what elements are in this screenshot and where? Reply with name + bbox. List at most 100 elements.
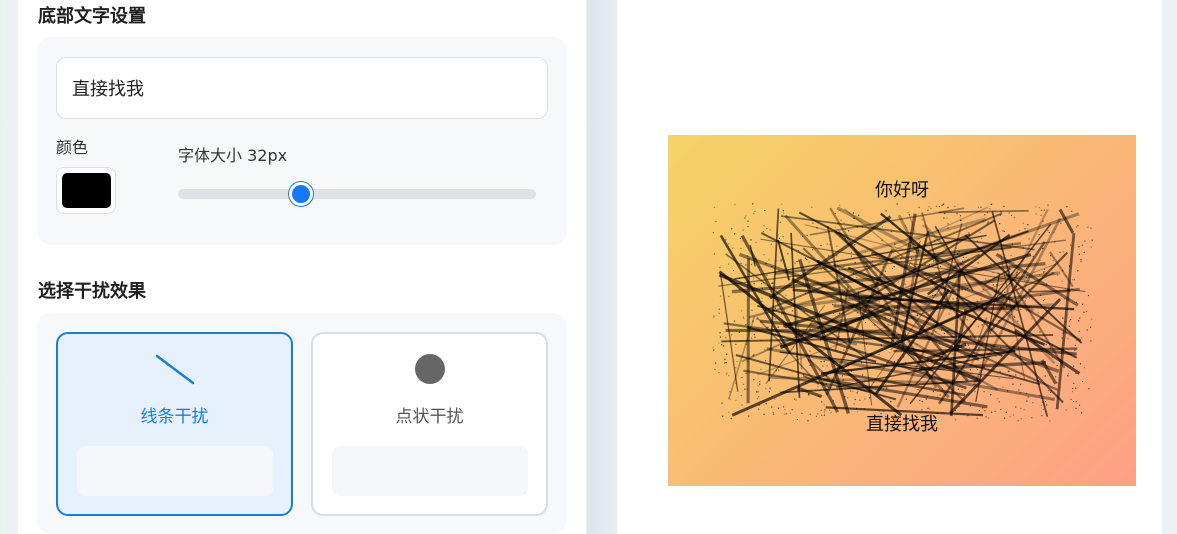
noise-dot <box>1039 395 1041 397</box>
noise-dot <box>1069 265 1071 267</box>
noise-dot <box>904 225 906 227</box>
noise-dot <box>735 343 737 345</box>
noise-dot <box>925 398 927 400</box>
noise-dot <box>965 251 968 254</box>
noise-dot <box>941 329 943 331</box>
line-interference-option[interactable]: 线条干扰 <box>56 332 293 516</box>
noise-dot <box>841 375 843 377</box>
noise-dot <box>994 290 996 292</box>
noise-dot <box>939 343 941 345</box>
color-picker[interactable] <box>56 167 116 214</box>
noise-dot <box>943 305 945 308</box>
noise-dot <box>994 210 996 212</box>
noise-dot <box>721 344 723 346</box>
noise-dot <box>1019 392 1021 394</box>
noise-dot <box>1026 400 1028 402</box>
noise-dot <box>1004 291 1006 293</box>
noise-dot <box>899 286 901 288</box>
noise-dot <box>1062 270 1064 272</box>
line-interference-preview <box>77 446 273 496</box>
noise-dot <box>1087 294 1090 297</box>
noise-dot <box>852 391 854 393</box>
noise-dot <box>1075 387 1077 389</box>
noise-dot <box>1079 363 1082 365</box>
noise-dot <box>850 370 853 372</box>
bottom-text-input[interactable] <box>56 57 548 119</box>
noise-dot <box>850 255 852 257</box>
noise-dot <box>856 277 858 279</box>
noise-dot <box>725 239 727 241</box>
noise-dot <box>844 322 846 324</box>
noise-dot <box>740 262 742 264</box>
noise-dot <box>1077 320 1080 322</box>
noise-dot <box>824 269 826 271</box>
noise-dot <box>951 259 953 261</box>
noise-dot <box>752 355 754 357</box>
noise-dot <box>1062 317 1064 319</box>
noise-dot <box>983 391 985 393</box>
noise-dot <box>848 369 850 371</box>
noise-dot <box>1065 332 1067 334</box>
dot-interference-option[interactable]: 点状干扰 <box>311 332 548 516</box>
noise-dot <box>729 398 731 400</box>
noise-dot <box>908 264 910 266</box>
noise-dot <box>808 393 810 395</box>
noise-dot <box>916 336 918 338</box>
noise-dot <box>794 262 796 264</box>
noise-dot <box>999 371 1001 373</box>
noise-dot <box>1016 309 1018 311</box>
noise-dot <box>723 345 725 347</box>
noise-dot <box>884 316 886 319</box>
noise-dot <box>726 372 728 374</box>
noise-dot <box>969 405 971 407</box>
noise-dot <box>766 228 768 230</box>
noise-dot <box>878 354 880 356</box>
noise-dot <box>1007 390 1009 392</box>
noise-dot <box>913 258 915 260</box>
noise-dot <box>960 400 962 402</box>
noise-dot <box>715 362 717 364</box>
noise-dot <box>836 232 838 234</box>
noise-dot <box>1006 300 1008 302</box>
noise-dot <box>1009 375 1011 377</box>
noise-dot <box>912 243 914 245</box>
noise-dot <box>1041 398 1043 400</box>
noise-dot <box>796 260 798 263</box>
noise-dot <box>857 390 859 393</box>
noise-dot <box>980 375 982 377</box>
noise-dot <box>755 258 757 260</box>
noise-dot <box>881 348 883 350</box>
noise-dot <box>746 255 749 257</box>
noise-dot <box>732 247 734 249</box>
noise-dot <box>1022 222 1024 224</box>
noise-dot <box>992 284 994 286</box>
noise-dot <box>1067 353 1069 355</box>
noise-dot <box>892 251 894 254</box>
noise-dot <box>853 348 855 351</box>
noise-dot <box>872 260 874 262</box>
noise-dot <box>791 287 793 289</box>
noise-dot <box>856 312 858 314</box>
noise-dot <box>1028 297 1031 299</box>
noise-dot <box>905 398 907 400</box>
font-size-slider-track[interactable] <box>178 189 536 199</box>
noise-dot <box>807 359 809 361</box>
noise-dot <box>753 353 755 356</box>
noise-dot <box>911 349 913 352</box>
noise-dot <box>1008 267 1010 269</box>
font-size-slider-thumb[interactable] <box>289 182 313 206</box>
noise-dot <box>838 336 840 338</box>
noise-dot <box>1077 224 1079 227</box>
noise-dot <box>808 261 810 263</box>
noise-dot <box>734 203 736 205</box>
noise-dot <box>809 350 811 352</box>
noise-dot <box>936 293 938 295</box>
noise-dot <box>825 383 827 385</box>
dot-interference-preview <box>332 446 528 496</box>
noise-dot <box>1051 344 1053 347</box>
noise-dot <box>1020 372 1022 374</box>
page-background-left <box>0 0 18 534</box>
noise-dot <box>836 245 838 247</box>
page-background-right <box>1162 0 1177 534</box>
noise-dot <box>771 348 773 350</box>
